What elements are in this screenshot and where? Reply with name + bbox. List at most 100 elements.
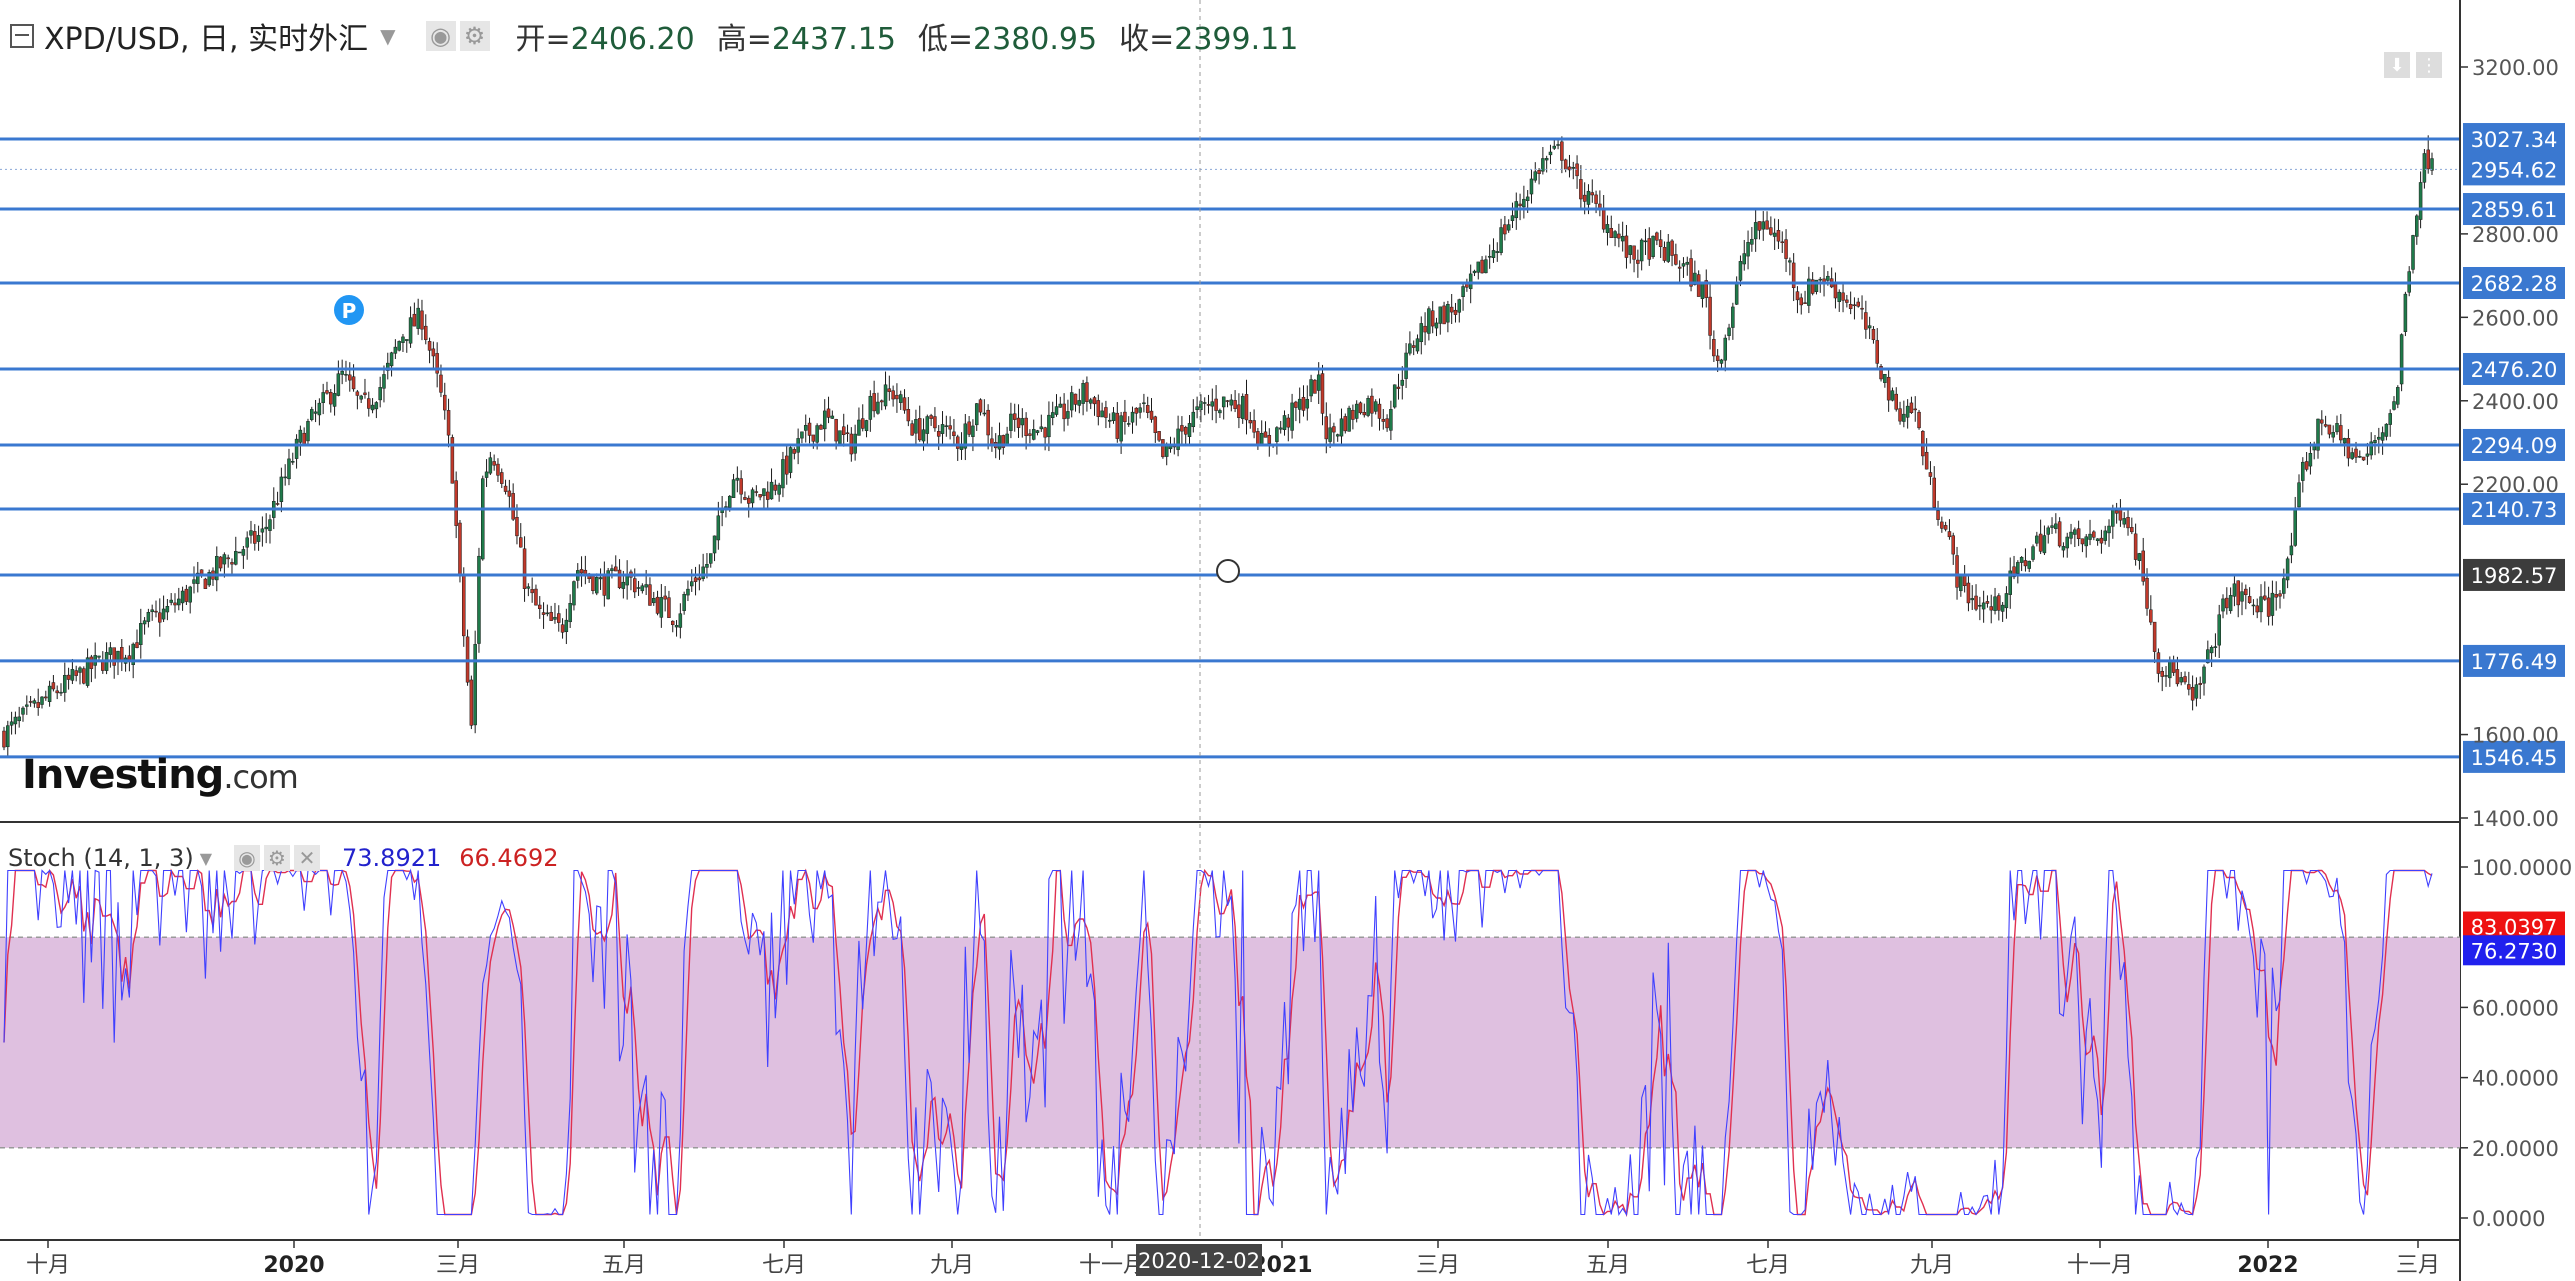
candle-body xyxy=(2156,652,2161,674)
candle-body xyxy=(982,412,987,415)
candle-body xyxy=(1909,402,1914,413)
candle-body xyxy=(469,679,474,726)
candle-body xyxy=(188,586,192,603)
candle-body xyxy=(367,398,371,409)
candle-body xyxy=(750,489,755,504)
candle-body xyxy=(1191,411,1196,428)
candle-body xyxy=(1905,405,1910,418)
candle-body xyxy=(340,370,344,375)
candle-body xyxy=(370,404,375,411)
candle-body xyxy=(1731,306,1735,328)
candle-body xyxy=(1917,411,1921,429)
level-label: 1776.49 xyxy=(2471,650,2558,674)
eye-icon[interactable]: ◉ xyxy=(234,845,260,871)
candle-body xyxy=(564,619,569,633)
candle-body xyxy=(670,620,675,625)
candle-body xyxy=(1320,373,1325,414)
move-down-icon[interactable]: ⬇ xyxy=(2384,52,2410,78)
candle-body xyxy=(2422,153,2427,183)
candle-body xyxy=(826,408,831,418)
symbol-title[interactable]: XPD/USD, 日, 实时外汇 xyxy=(44,14,368,58)
more-icon[interactable]: ⋮ xyxy=(2416,52,2442,78)
candle-body xyxy=(154,610,158,613)
candle-body xyxy=(431,348,436,357)
candle-body xyxy=(1719,359,1724,364)
candle-body xyxy=(743,497,747,500)
candle-body xyxy=(2004,593,2009,609)
candle-body xyxy=(868,395,873,420)
candle-body xyxy=(492,461,496,466)
candle-body xyxy=(1970,598,1974,601)
candle-body xyxy=(1936,510,1940,520)
candle-body xyxy=(321,392,325,403)
candle-body xyxy=(811,434,816,442)
candle-body xyxy=(2289,545,2294,556)
time-tick-label: 九月 xyxy=(1910,1253,1954,1278)
eye-icon[interactable]: ◉ xyxy=(425,21,456,51)
p-marker[interactable]: P xyxy=(334,295,364,325)
candle-body xyxy=(2217,614,2221,646)
candle-body xyxy=(336,373,341,396)
crosshair-cursor[interactable] xyxy=(1216,559,1240,583)
candle-body xyxy=(2312,445,2316,451)
candle-body xyxy=(1841,292,1845,301)
candle-body xyxy=(538,604,542,609)
candle-body xyxy=(1404,352,1408,379)
candle-body xyxy=(1605,224,1610,233)
stoch-title[interactable]: Stoch (14, 1, 3) xyxy=(8,844,194,872)
candle-body xyxy=(1932,477,1936,508)
close-icon[interactable]: ✕ xyxy=(294,845,320,871)
candle-body xyxy=(557,613,561,623)
candle-body xyxy=(864,420,869,432)
candle-body xyxy=(2358,456,2362,458)
candle-body xyxy=(872,393,876,412)
candle-body xyxy=(1050,412,1055,419)
candle-body xyxy=(1639,239,1644,262)
candle-body xyxy=(1088,399,1093,404)
candle-body xyxy=(2221,598,2225,612)
candle-body xyxy=(1985,601,1990,604)
candle-body xyxy=(1381,418,1386,422)
stoch-last-label: 76.2730 xyxy=(2471,939,2558,963)
candle-body xyxy=(1180,425,1184,432)
candle-body xyxy=(1183,427,1188,435)
candle-body xyxy=(1696,274,1701,297)
chevron-down-icon[interactable]: ▼ xyxy=(200,849,212,868)
candle-body xyxy=(1085,382,1089,402)
candle-body xyxy=(2122,518,2126,525)
collapse-icon[interactable] xyxy=(10,24,34,48)
candle-body xyxy=(1750,238,1754,245)
candle-body xyxy=(560,624,565,633)
candle-body xyxy=(1700,283,1705,299)
candle-body xyxy=(268,519,272,531)
candle-body xyxy=(184,588,189,602)
candle-body xyxy=(891,390,895,400)
candle-body xyxy=(2092,531,2096,538)
candle-body xyxy=(1339,418,1344,437)
candle-body xyxy=(1799,297,1804,306)
candle-body xyxy=(458,522,462,575)
candle-body xyxy=(1434,322,1439,329)
candle-body xyxy=(621,581,626,589)
candle-body xyxy=(1377,403,1382,419)
candle-body xyxy=(1278,427,1283,430)
candle-body xyxy=(1294,401,1298,408)
candle-body xyxy=(1974,595,1978,610)
gear-icon[interactable]: ⚙ xyxy=(459,21,490,51)
gear-icon[interactable]: ⚙ xyxy=(264,845,290,871)
candle-body xyxy=(2168,660,2172,679)
candle-body xyxy=(682,594,686,611)
candle-body xyxy=(1354,403,1359,419)
candle-body xyxy=(1753,222,1758,240)
candle-body xyxy=(1043,427,1047,438)
candle-body xyxy=(735,477,740,481)
chart-canvas[interactable]: 3027.34 2954.62 2859.61 2682.28 2476.20 2294.… xyxy=(0,0,2575,1281)
candle-body xyxy=(1955,555,1959,588)
candle-body xyxy=(1883,373,1887,383)
candle-body xyxy=(260,528,265,533)
candle-body xyxy=(1400,379,1405,386)
chevron-down-icon[interactable]: ▼ xyxy=(380,24,395,48)
candle-body xyxy=(1210,401,1215,407)
candle-body xyxy=(1943,525,1948,530)
candle-body xyxy=(1408,343,1412,354)
